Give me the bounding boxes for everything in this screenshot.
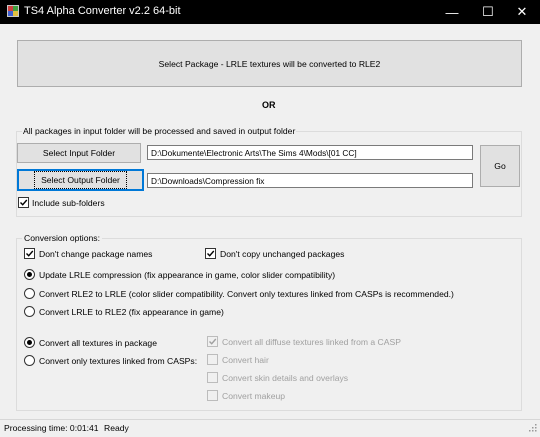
checkmark-icon	[26, 250, 34, 257]
window-title: TS4 Alpha Converter v2.2 64-bit	[24, 5, 181, 17]
rle2-to-lrle-radio[interactable]	[24, 288, 35, 299]
select-output-folder-label: Select Output Folder	[34, 171, 127, 189]
select-package-button[interactable]: Select Package - LRLE textures will be c…	[17, 40, 522, 87]
dont-change-names-label: Don't change package names	[39, 249, 153, 259]
go-button[interactable]: Go	[480, 145, 520, 187]
lrle-to-rle2-radio[interactable]	[24, 306, 35, 317]
lrle-to-rle2-label: Convert LRLE to RLE2 (fix appearance in …	[39, 307, 224, 317]
dont-change-names-checkbox[interactable]	[24, 248, 35, 259]
convert-skin-details-checkbox	[207, 372, 218, 383]
input-folder-field[interactable]: D:\Dokumente\Electronic Arts\The Sims 4\…	[147, 145, 473, 160]
convert-casp-textures-label: Convert only textures linked from CASPs:	[39, 356, 198, 366]
select-input-folder-button[interactable]: Select Input Folder	[17, 143, 141, 163]
convert-diffuse-checkbox	[207, 336, 218, 347]
convert-hair-label: Convert hair	[222, 355, 269, 365]
select-package-label: Select Package - LRLE textures will be c…	[158, 58, 381, 69]
update-lrle-radio[interactable]	[24, 269, 35, 280]
conversion-options-title: Conversion options:	[22, 233, 102, 243]
convert-skin-details-label: Convert skin details and overlays	[222, 373, 349, 383]
processing-time: Processing time: 0:01:41	[4, 423, 99, 433]
checkmark-icon	[207, 250, 215, 257]
status-bar: Processing time: 0:01:41 Ready	[0, 419, 540, 437]
radio-selected-dot	[27, 340, 32, 345]
close-icon: ✕	[516, 4, 528, 19]
go-label: Go	[494, 161, 506, 171]
include-subfolders-label: Include sub-folders	[32, 198, 105, 208]
or-label: OR	[262, 100, 276, 110]
convert-casp-textures-radio[interactable]	[24, 355, 35, 366]
maximize-icon: ☐	[482, 4, 494, 19]
checkmark-icon	[209, 338, 217, 345]
rle2-to-lrle-label: Convert RLE2 to LRLE (color slider compa…	[39, 289, 454, 299]
dont-copy-unchanged-label: Don't copy unchanged packages	[220, 249, 345, 259]
minimize-icon: —	[445, 4, 459, 20]
convert-makeup-label: Convert makeup	[222, 391, 286, 401]
convert-all-textures-radio[interactable]	[24, 337, 35, 348]
update-lrle-label: Update LRLE compression (fix appearance …	[39, 270, 336, 280]
convert-diffuse-label: Convert all diffuse textures linked from…	[222, 337, 401, 347]
dont-copy-unchanged-checkbox[interactable]	[205, 248, 216, 259]
status-state: Ready	[104, 423, 129, 433]
convert-hair-checkbox	[207, 354, 218, 365]
checkmark-icon	[20, 199, 28, 206]
close-button[interactable]: ✕	[500, 0, 540, 24]
convert-makeup-checkbox	[207, 390, 218, 401]
convert-all-textures-label: Convert all textures in package	[39, 338, 157, 348]
radio-selected-dot	[27, 272, 32, 277]
resize-grip-icon[interactable]	[527, 424, 537, 434]
title-bar[interactable]: TS4 Alpha Converter v2.2 64-bit — ☐ ✕	[0, 0, 540, 24]
folder-caption: All packages in input folder will be pro…	[22, 126, 297, 136]
conversion-options-group	[16, 238, 522, 411]
app-icon	[7, 5, 19, 17]
select-output-folder-button[interactable]: Select Output Folder	[17, 169, 144, 191]
select-input-folder-label: Select Input Folder	[42, 148, 116, 158]
include-subfolders-checkbox[interactable]	[18, 197, 29, 208]
output-folder-field[interactable]: D:\Downloads\Compression fix	[147, 173, 473, 188]
